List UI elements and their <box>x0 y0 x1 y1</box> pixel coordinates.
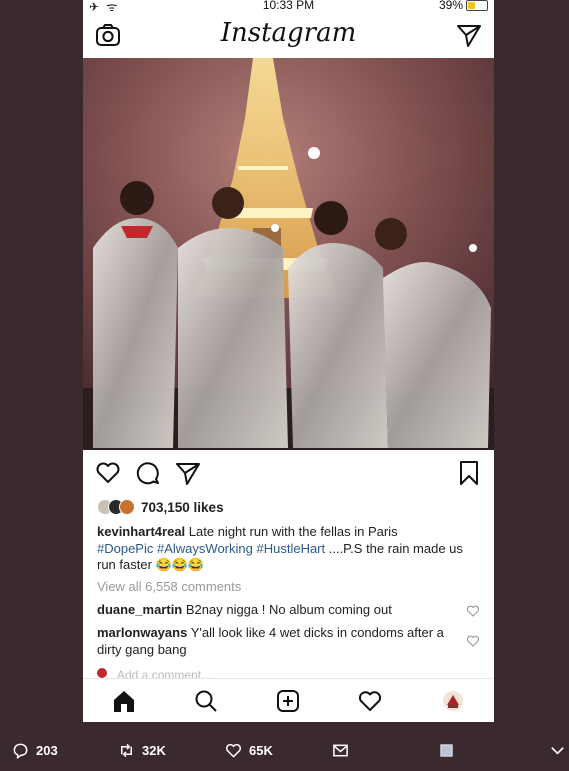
like-count: 65K <box>249 743 273 758</box>
status-time: 10:33 PM <box>262 0 315 12</box>
avatar-icon[interactable] <box>441 689 465 713</box>
comment-username[interactable]: duane_martin <box>97 602 182 617</box>
retweet-count: 32K <box>142 743 166 758</box>
comment-username[interactable]: marlonwayans <box>97 625 187 640</box>
retweet-button[interactable]: 32K <box>118 742 166 759</box>
avatar <box>97 668 107 678</box>
caption-text: Late night run with the fellas in Paris <box>185 524 398 539</box>
liker-avatars <box>97 499 135 515</box>
comment-heart-icon[interactable] <box>466 604 480 618</box>
bookmark-icon[interactable] <box>456 460 482 486</box>
home-icon[interactable] <box>112 689 136 713</box>
view-all-comments-link[interactable]: View all 6,558 comments <box>97 579 241 594</box>
status-bar: ✈ ᯤ 10:33 PM 39% <box>83 0 494 14</box>
paper-plane-icon[interactable] <box>456 22 482 48</box>
comment: marlonwayans Y'all look like 4 wet dicks… <box>97 625 447 658</box>
comment-text: B2nay nigga ! No album coming out <box>182 602 392 617</box>
heart-icon[interactable] <box>95 460 121 486</box>
hashtag[interactable]: #AlwaysWorking <box>157 541 253 556</box>
comment-heart-icon[interactable] <box>466 634 480 648</box>
post-photo <box>83 58 494 450</box>
image-icon <box>440 744 453 757</box>
instagram-logo: Instagram <box>220 18 357 48</box>
reply-button[interactable]: 203 <box>12 742 58 759</box>
caption-username[interactable]: kevinhart4real <box>97 524 185 539</box>
tweet-actions-bar: 203 32K 65K <box>0 722 569 771</box>
heart-icon[interactable] <box>358 689 382 713</box>
plus-square-icon[interactable] <box>276 689 300 713</box>
comment: duane_martin B2nay nigga ! No album comi… <box>97 602 447 619</box>
post-action-bar <box>83 460 494 488</box>
hashtag[interactable]: #DopePic <box>97 541 153 556</box>
battery-percent: 39% <box>438 0 463 12</box>
direct-message-button[interactable] <box>332 742 349 759</box>
mail-icon <box>333 744 348 757</box>
post-caption: kevinhart4real Late night run with the f… <box>97 524 467 574</box>
heart-icon <box>226 743 241 758</box>
hashtag[interactable]: #HustleHart <box>256 541 325 556</box>
retweet-icon <box>121 743 132 758</box>
instagram-screenshot: ✈ ᯤ 10:33 PM 39% Instagram 703,150 likes… <box>83 0 494 722</box>
paper-plane-icon[interactable] <box>175 460 201 486</box>
comment-bubble-icon[interactable] <box>135 460 161 486</box>
like-button[interactable]: 65K <box>225 742 273 759</box>
likes-row[interactable]: 703,150 likes <box>97 497 224 517</box>
search-icon[interactable] <box>194 689 218 713</box>
instagram-header: Instagram <box>83 14 494 56</box>
add-comment-input[interactable]: Add a comment... <box>97 668 211 678</box>
battery-icon <box>466 0 488 11</box>
more-options-button[interactable] <box>549 742 566 759</box>
image-thumbnail[interactable] <box>438 742 455 759</box>
reply-icon <box>13 743 28 759</box>
likes-count: 703,150 likes <box>141 499 224 515</box>
bottom-navigation <box>83 678 494 722</box>
reply-count: 203 <box>36 743 58 758</box>
chevron-down-icon <box>551 747 564 755</box>
